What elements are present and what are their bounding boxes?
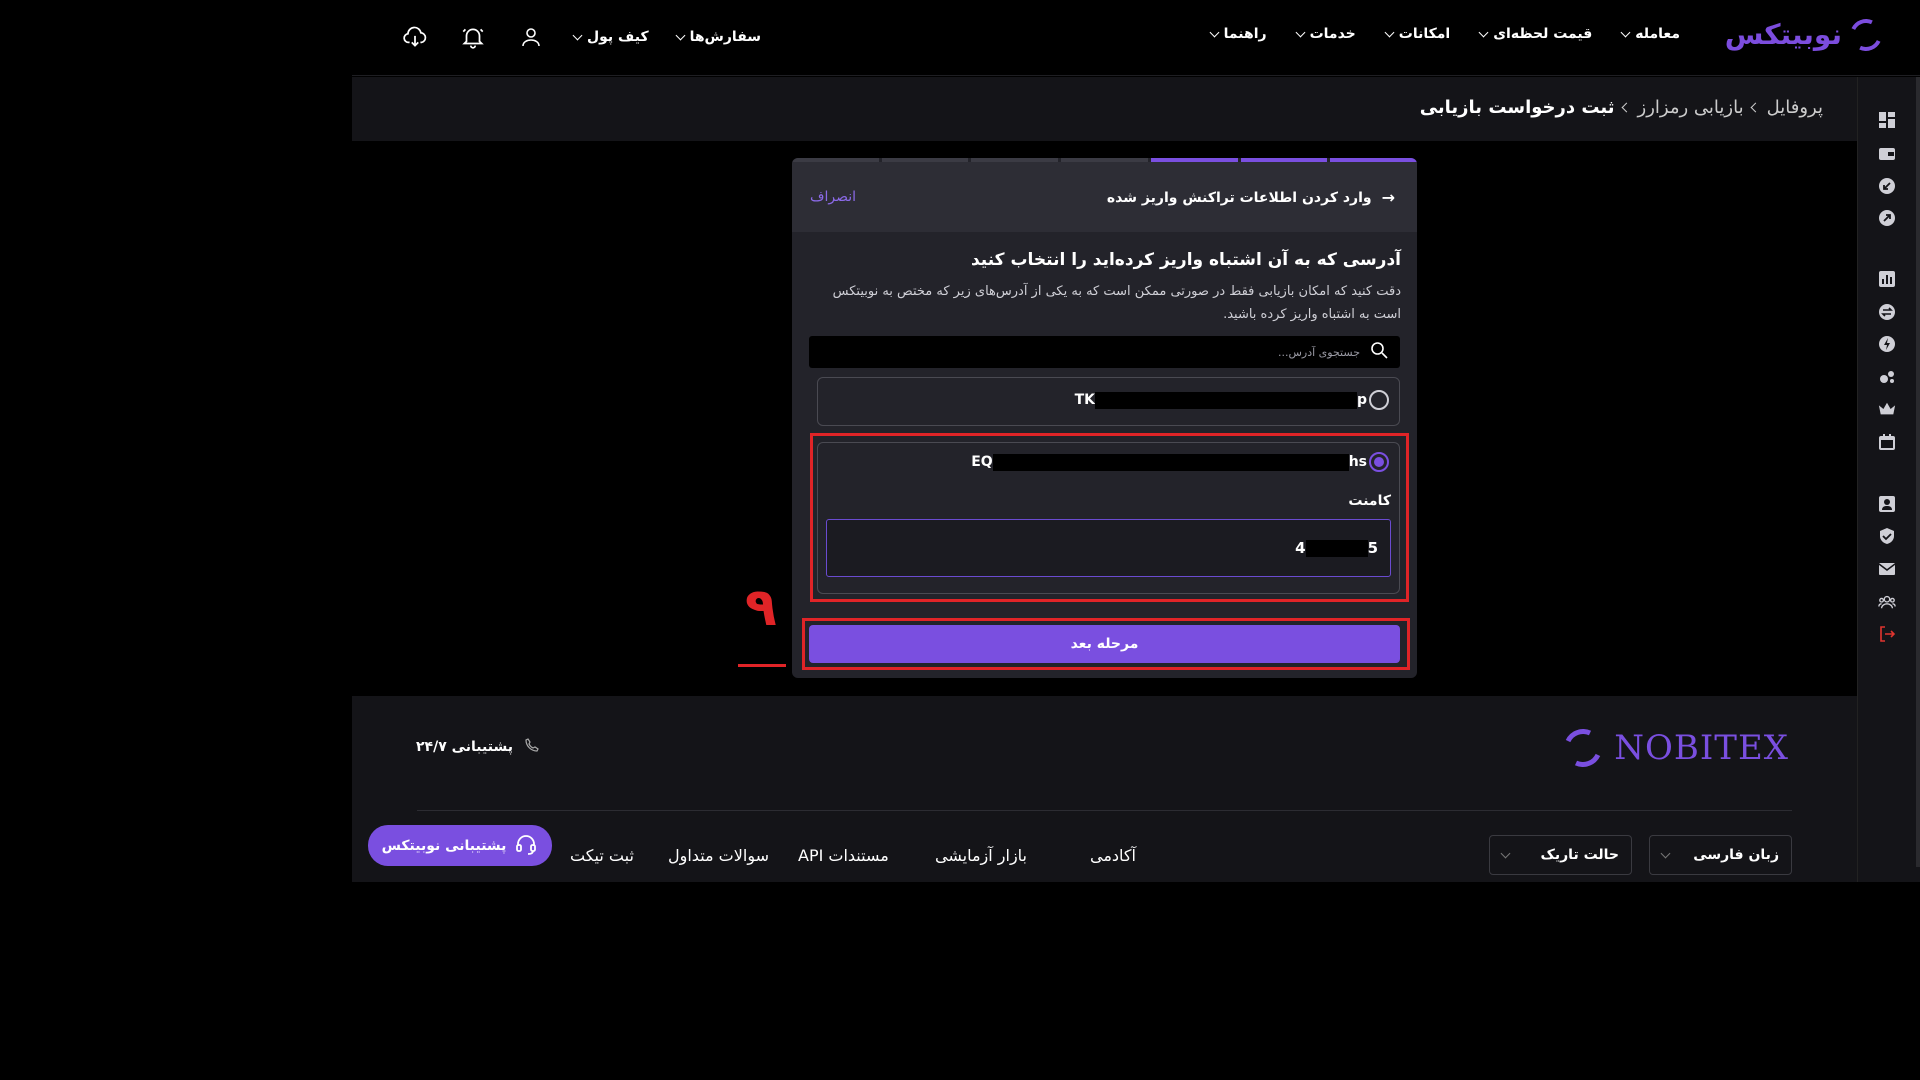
- redaction-mask: [1094, 391, 1357, 409]
- top-header: نوبیتکس معامله قیمت لحظه‌ای امکانات خدما…: [352, 0, 1920, 76]
- chevron-down-icon: [675, 30, 686, 40]
- support-phone-label: پشتیبانی ۲۴/۷: [416, 739, 513, 755]
- chevron-down-icon: [1209, 27, 1220, 37]
- recovery-step-card: → وارد کردن اطلاعات تراکنش واریز شده انص…: [792, 158, 1417, 678]
- nav-label: خدمات: [1309, 26, 1356, 42]
- nav-label: معامله: [1635, 26, 1680, 42]
- chevron-down-icon: [1384, 27, 1395, 37]
- language-select[interactable]: زبان فارسی: [1649, 835, 1792, 875]
- footer-divider: [417, 810, 1792, 811]
- footer-link-demo-market[interactable]: بازار آزمایشی: [935, 846, 1027, 865]
- back-arrow-icon[interactable]: →: [1382, 188, 1395, 207]
- address-prefix: TK: [1074, 392, 1095, 408]
- support-chat-button[interactable]: پشتیبانی نوبیتکس: [368, 825, 552, 866]
- nav-label: راهنما: [1223, 26, 1267, 42]
- cancel-link[interactable]: انصراف: [810, 189, 856, 205]
- phone-icon: [525, 738, 539, 756]
- nav-item-services[interactable]: خدمات: [1295, 26, 1356, 42]
- theme-value: حالت تاریک: [1540, 847, 1619, 863]
- scrollbar[interactable]: [1916, 77, 1920, 867]
- exchange-icon[interactable]: [1878, 303, 1896, 321]
- step-title-text: وارد کردن اطلاعات تراکنش واریز شده: [1106, 189, 1372, 206]
- address-suffix: p: [1356, 392, 1367, 408]
- mail-icon[interactable]: [1878, 560, 1896, 578]
- wallet-label: کیف پول: [587, 29, 649, 45]
- chevron-down-icon: [1295, 27, 1306, 37]
- breadcrumb: پروفایل بازیابی رمزارز ثبت درخواست بازیا…: [1420, 97, 1823, 118]
- nav-item-features[interactable]: امکانات: [1384, 26, 1451, 42]
- question-description: دقت کنید که امکان بازیابی فقط در صورتی م…: [832, 284, 1401, 322]
- chart-icon[interactable]: [1878, 270, 1896, 288]
- wallet-icon[interactable]: [1878, 145, 1896, 163]
- brand-name: نوبیتکس: [1724, 18, 1842, 51]
- footer-link-academy[interactable]: آکادمی: [1090, 846, 1136, 865]
- annotation-underline: [738, 664, 786, 667]
- nav-label: قیمت لحظه‌ای: [1493, 26, 1593, 42]
- dashboard-icon[interactable]: [1878, 111, 1896, 129]
- footer: NOBITEX پشتیبانی ۲۴/۷ زبان فارسی حالت تا…: [352, 696, 1857, 882]
- chevron-left-icon: [1621, 102, 1631, 113]
- footer-logo-text: NOBITEX: [1614, 728, 1789, 768]
- notification-bell-icon[interactable]: [458, 22, 488, 52]
- calendar-icon[interactable]: [1878, 433, 1896, 451]
- nav-item-trade[interactable]: معامله: [1620, 26, 1680, 42]
- wallet-menu[interactable]: کیف پول: [572, 29, 649, 45]
- search-input[interactable]: [840, 345, 1360, 359]
- right-sidebar: [1857, 77, 1920, 882]
- brand-logo[interactable]: نوبیتکس: [1724, 13, 1887, 56]
- annotation-step-number: ۹: [745, 578, 777, 638]
- search-icon: [1370, 341, 1388, 363]
- address-row: TK p: [1075, 390, 1389, 410]
- support-button-label: پشتیبانی نوبیتکس: [381, 837, 507, 854]
- nav-item-help[interactable]: راهنما: [1209, 26, 1267, 42]
- logout-icon[interactable]: [1878, 625, 1896, 643]
- nobitex-logo-icon: [1558, 723, 1608, 773]
- headset-icon: [514, 832, 538, 860]
- breadcrumb-current: ثبت درخواست بازیابی: [1419, 97, 1615, 118]
- breadcrumb-profile[interactable]: پروفایل: [1767, 97, 1823, 118]
- address-option[interactable]: TK p: [817, 377, 1400, 426]
- support-phone[interactable]: پشتیبانی ۲۴/۷: [416, 738, 539, 756]
- chevron-down-icon: [1478, 27, 1489, 37]
- chevron-down-icon: [1620, 27, 1631, 37]
- nobitex-logo-icon: [1845, 13, 1887, 56]
- footer-link-ticket[interactable]: ثبت تیکت: [570, 846, 634, 865]
- chevron-down-icon: [1500, 848, 1511, 858]
- main-nav: معامله قیمت لحظه‌ای امکانات خدمات راهنما: [1209, 26, 1680, 42]
- withdraw-icon[interactable]: [1878, 209, 1896, 227]
- account-icon[interactable]: [1878, 495, 1896, 513]
- lightning-icon[interactable]: [1878, 335, 1896, 353]
- download-app-icon[interactable]: [400, 22, 430, 52]
- step-title: → وارد کردن اطلاعات تراکنش واریز شده: [1107, 188, 1395, 207]
- language-value: زبان فارسی: [1693, 847, 1779, 863]
- orders-menu[interactable]: سفارش‌ها: [675, 29, 762, 45]
- user-profile-icon[interactable]: [516, 22, 546, 52]
- security-shield-icon[interactable]: [1878, 527, 1896, 545]
- card-header: → وارد کردن اطلاعات تراکنش واریز شده انص…: [792, 162, 1417, 232]
- chevron-down-icon: [572, 30, 583, 40]
- breadcrumb-bar: پروفایل بازیابی رمزارز ثبت درخواست بازیا…: [352, 77, 1857, 141]
- referral-users-icon[interactable]: [1878, 593, 1896, 611]
- chevron-down-icon: [1660, 848, 1671, 858]
- breadcrumb-crypto-recovery[interactable]: بازیابی رمزارز: [1638, 97, 1744, 118]
- address-value: TK p: [1074, 391, 1367, 409]
- address-search: [809, 336, 1400, 368]
- annotation-highlight-box: [810, 433, 1409, 602]
- nav-label: امکانات: [1398, 26, 1451, 42]
- deposit-icon[interactable]: [1878, 177, 1896, 195]
- nav-item-prices[interactable]: قیمت لحظه‌ای: [1478, 26, 1593, 42]
- question-title: آدرسی که به آن اشتباه واریز کرده‌اید را …: [970, 250, 1401, 270]
- footer-logo[interactable]: NOBITEX: [1558, 723, 1789, 773]
- crown-icon[interactable]: [1878, 400, 1896, 418]
- radio-button[interactable]: [1369, 390, 1389, 410]
- theme-select[interactable]: حالت تاریک: [1489, 835, 1632, 875]
- chevron-left-icon: [1750, 102, 1761, 113]
- annotation-highlight-box: [802, 618, 1410, 670]
- orders-label: سفارش‌ها: [689, 29, 762, 45]
- footer-link-faq[interactable]: سوالات متداول: [668, 846, 769, 865]
- header-actions: کیف پول سفارش‌ها: [400, 22, 761, 52]
- footer-link-api-docs[interactable]: مستندات API: [798, 846, 889, 865]
- staking-icon[interactable]: [1878, 368, 1896, 386]
